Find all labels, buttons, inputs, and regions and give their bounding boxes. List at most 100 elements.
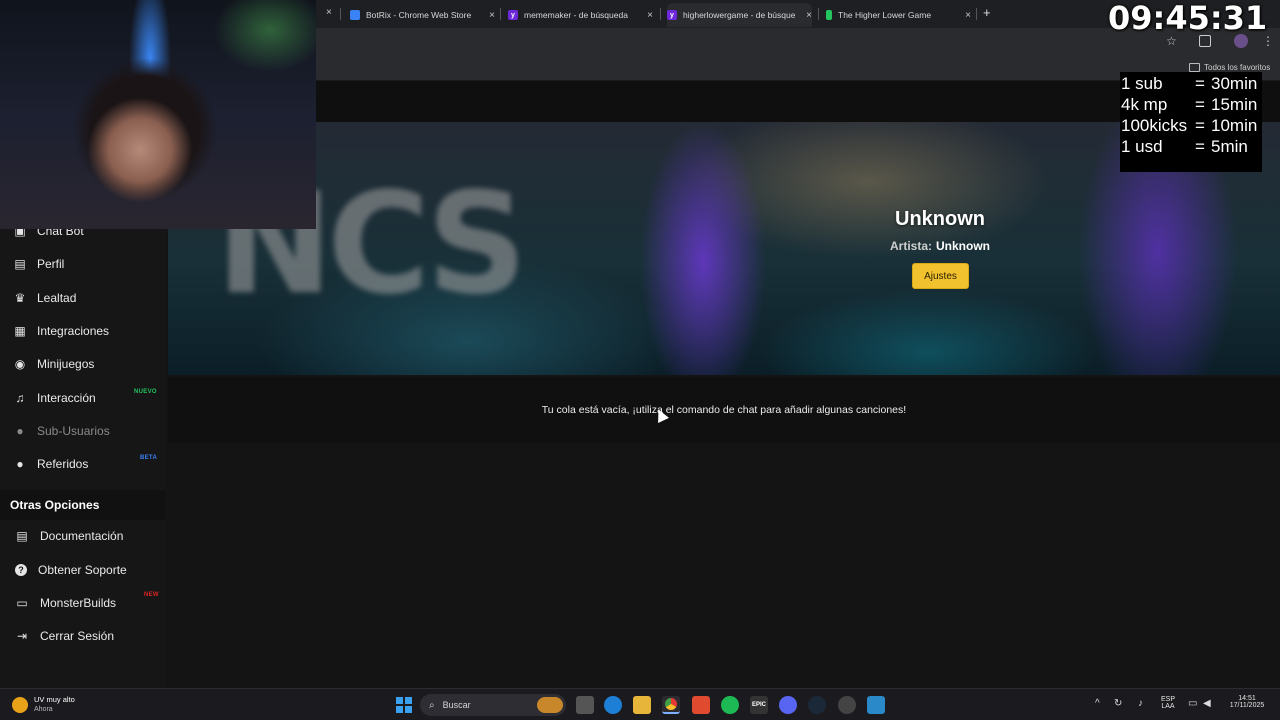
tray-overflow-icon[interactable]: ^	[1095, 698, 1100, 709]
rate-key: 4k mp	[1121, 95, 1168, 114]
close-tab-icon[interactable]: ×	[806, 10, 812, 21]
trophy-icon: ♛	[14, 291, 26, 305]
edge-icon[interactable]	[604, 696, 622, 714]
profile-card-icon: ▤	[14, 257, 26, 271]
yahoo-icon: y	[508, 10, 518, 20]
sidebar-item-label: Perfil	[37, 257, 65, 271]
tab-higherlowergame-search[interactable]: y higherlowergame - de búsqued ×	[667, 3, 812, 27]
webcam-feed	[0, 0, 316, 229]
tab-separator	[500, 8, 501, 20]
integration-icon: ▦	[14, 324, 26, 338]
sidebar-item-minijuegos[interactable]: ◉ Minijuegos	[0, 349, 166, 379]
rate-value: 30min	[1211, 74, 1258, 93]
sidebar-item-referidos[interactable]: ● Referidos BETA	[0, 449, 166, 479]
tab-botrix[interactable]: BotRix - Chrome Web Store ×	[350, 3, 495, 27]
game-icon	[826, 10, 832, 20]
sidebar-item-label: Referidos	[37, 457, 89, 471]
tab-title: higherlowergame - de búsqued	[683, 10, 795, 20]
file-explorer-icon[interactable]	[633, 696, 651, 714]
network-icon[interactable]: ▭	[1188, 698, 1197, 709]
document-icon: ▤	[16, 529, 28, 543]
sidebar-item-label: Documentación	[40, 529, 124, 543]
spotify-icon[interactable]	[721, 696, 739, 714]
rate-equals: =	[1195, 137, 1205, 156]
tab-higher-lower-game[interactable]: The Higher Lower Game ×	[826, 3, 971, 27]
laptop-icon: ▭	[16, 596, 28, 610]
brave-icon[interactable]	[692, 696, 710, 714]
users-icon: ●	[16, 424, 24, 438]
sidebar-item-label: MonsterBuilds	[40, 596, 117, 610]
clock[interactable]: 14:51 17/11/2025	[1224, 695, 1270, 709]
microphone-icon[interactable]: ♪	[1138, 698, 1143, 709]
tab-title: BotRix - Chrome Web Store	[366, 10, 472, 20]
now-playing-hero: NCS Unknown Artista: Unknown Ajustes	[168, 122, 1280, 375]
task-view-icon[interactable]	[576, 696, 594, 714]
gamepad-icon: ◉	[14, 357, 26, 371]
settings-button[interactable]: Ajustes	[912, 263, 969, 289]
sidebar-item-perfil[interactable]: ▤ Perfil	[0, 249, 166, 279]
sidebar-item-obtener-soporte[interactable]: ? Obtener Soporte	[0, 555, 166, 585]
content-area	[168, 443, 1280, 688]
sidebar-item-interaccion[interactable]: ♫ Interacción NUEVO	[0, 383, 166, 413]
epic-games-icon[interactable]: EPIC	[750, 696, 768, 714]
song-title: Unknown	[895, 208, 985, 230]
sidebar-item-sub-usuarios[interactable]: ● Sub-Usuarios	[0, 416, 166, 446]
volume-icon[interactable]: ◀	[1203, 698, 1211, 709]
sidebar-item-label: Obtener Soporte	[38, 563, 127, 577]
sidebar-item-label: Integraciones	[37, 324, 110, 338]
subathon-rates: 1 sub = 30min 4k mp = 15min 100kicks = 1…	[1120, 72, 1262, 172]
tab-title: mememaker - de búsqueda	[524, 10, 628, 20]
windows-start-icon[interactable]	[396, 697, 412, 713]
rate-key: 1 usd	[1121, 137, 1163, 156]
rate-row: 4k mp = 15min	[1120, 95, 1262, 116]
taskbar-search[interactable]: ⌕ Buscar	[420, 694, 566, 716]
rate-key: 1 sub	[1121, 74, 1163, 93]
steam-icon[interactable]	[808, 696, 826, 714]
all-bookmarks-link[interactable]: Todos los favoritos	[1204, 63, 1270, 72]
subathon-timer: 09:45:31	[1108, 0, 1268, 37]
rate-row: 1 usd = 5min	[1120, 137, 1262, 158]
lang-bottom: LAA	[1161, 703, 1175, 710]
new-badge: NEW	[144, 592, 159, 598]
rate-row: 100kicks = 10min	[1120, 116, 1262, 137]
clock-time: 14:51	[1238, 695, 1256, 702]
weather-title[interactable]: UV muy alto	[34, 695, 75, 704]
tab-separator	[976, 8, 977, 20]
chrome-icon[interactable]	[662, 696, 680, 714]
close-tab-icon[interactable]: ×	[647, 10, 653, 21]
sync-icon[interactable]: ↻	[1114, 698, 1122, 709]
sidebar-item-documentacion[interactable]: ▤ Documentación	[0, 521, 166, 551]
close-tab-icon[interactable]: ×	[326, 7, 332, 18]
notepad-icon[interactable]	[867, 696, 885, 714]
new-tab-button[interactable]: +	[983, 5, 991, 20]
tab-title: The Higher Lower Game	[838, 10, 932, 20]
tab-mememaker[interactable]: y mememaker - de búsqueda ×	[508, 3, 653, 27]
sidebar-item-label: Cerrar Sesión	[40, 629, 115, 643]
close-tab-icon[interactable]: ×	[489, 10, 495, 21]
discord-icon[interactable]	[779, 696, 797, 714]
sidebar-item-cerrar-sesion[interactable]: ⇥ Cerrar Sesión	[0, 621, 166, 651]
lang-top: ESP	[1160, 696, 1175, 703]
clock-date: 17/11/2025	[1229, 702, 1265, 709]
search-icon: ⌕	[429, 699, 435, 711]
sidebar-item-label: Sub-Usuarios	[37, 424, 110, 438]
rate-value: 5min	[1211, 137, 1248, 156]
sidebar-item-monsterbuilds[interactable]: ▭ MonsterBuilds NEW	[0, 588, 166, 618]
rate-value: 10min	[1211, 116, 1258, 135]
language-indicator[interactable]: ESP LAA	[1158, 696, 1178, 710]
rate-equals: =	[1195, 95, 1205, 114]
close-tab-icon[interactable]: ×	[965, 10, 971, 21]
hero-overlay	[168, 122, 1280, 375]
queue-panel: Tu cola está vacía, ¡utiliza el comando …	[168, 377, 1280, 443]
empty-queue-message: Tu cola está vacía, ¡utiliza el comando …	[541, 404, 907, 416]
rate-equals: =	[1195, 74, 1205, 93]
app-icon[interactable]	[838, 696, 856, 714]
sidebar-item-label: Lealtad	[37, 291, 77, 305]
sidebar-item-integraciones[interactable]: ▦ Integraciones	[0, 316, 166, 346]
windows-taskbar: UV muy alto Ahora ⌕ Buscar EPIC ^ ↻ ♪ ES…	[0, 688, 1280, 720]
rate-value: 15min	[1211, 95, 1258, 114]
chrome-web-store-icon	[350, 10, 360, 20]
folder-icon	[1189, 63, 1200, 72]
help-circle-icon: ?	[15, 564, 27, 576]
sidebar-item-lealtad[interactable]: ♛ Lealtad	[0, 283, 166, 313]
